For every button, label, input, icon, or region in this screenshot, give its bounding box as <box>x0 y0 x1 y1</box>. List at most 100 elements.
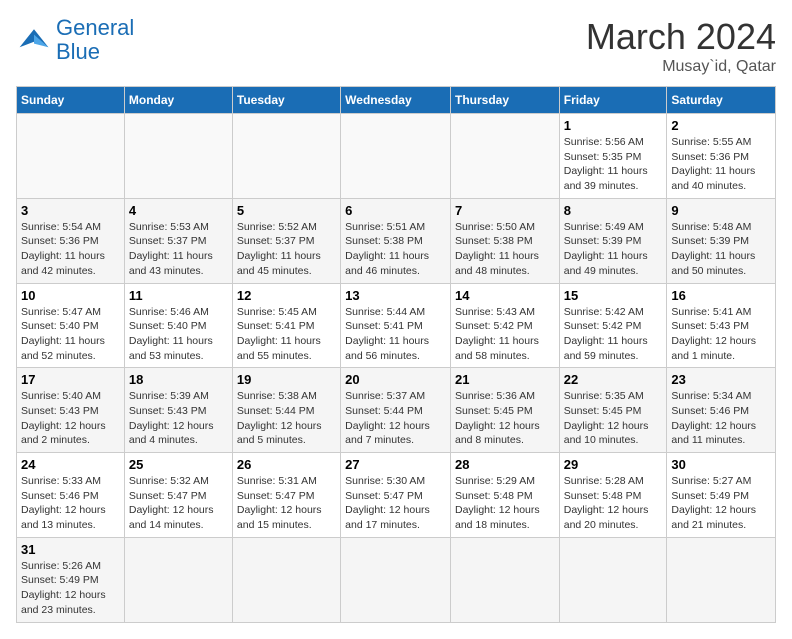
day-info: Sunrise: 5:44 AM Sunset: 5:41 PM Dayligh… <box>345 305 446 364</box>
day-number: 2 <box>671 118 771 133</box>
day-info: Sunrise: 5:35 AM Sunset: 5:45 PM Dayligh… <box>564 389 663 448</box>
weekday-header-friday: Friday <box>559 87 667 114</box>
day-number: 10 <box>21 288 120 303</box>
day-number: 19 <box>237 372 336 387</box>
day-number: 28 <box>455 457 555 472</box>
day-info: Sunrise: 5:28 AM Sunset: 5:48 PM Dayligh… <box>564 474 663 533</box>
day-number: 22 <box>564 372 663 387</box>
day-number: 21 <box>455 372 555 387</box>
calendar-cell <box>17 114 125 199</box>
calendar-cell: 13 Sunrise: 5:44 AM Sunset: 5:41 PM Dayli… <box>341 283 451 368</box>
page-header: GeneralBlue March 2024 Musay`id, Qatar <box>16 16 776 76</box>
day-info: Sunrise: 5:26 AM Sunset: 5:49 PM Dayligh… <box>21 559 120 618</box>
logo-icon <box>16 22 52 58</box>
day-info: Sunrise: 5:50 AM Sunset: 5:38 PM Dayligh… <box>455 220 555 279</box>
day-info: Sunrise: 5:49 AM Sunset: 5:39 PM Dayligh… <box>564 220 663 279</box>
day-info: Sunrise: 5:52 AM Sunset: 5:37 PM Dayligh… <box>237 220 336 279</box>
day-info: Sunrise: 5:34 AM Sunset: 5:46 PM Dayligh… <box>671 389 771 448</box>
calendar-cell: 4Sunrise: 5:53 AM Sunset: 5:37 PM Daylig… <box>124 198 232 283</box>
calendar-cell: 3Sunrise: 5:54 AM Sunset: 5:36 PM Daylig… <box>17 198 125 283</box>
day-number: 25 <box>129 457 228 472</box>
calendar-cell: 25 Sunrise: 5:32 AM Sunset: 5:47 PM Dayli… <box>124 453 232 538</box>
day-number: 13 <box>345 288 446 303</box>
calendar-cell: 27 Sunrise: 5:30 AM Sunset: 5:47 PM Dayli… <box>341 453 451 538</box>
day-number: 14 <box>455 288 555 303</box>
calendar-cell <box>667 537 776 622</box>
calendar-table: SundayMondayTuesdayWednesdayThursdayFrid… <box>16 86 776 623</box>
calendar-cell: 14Sunrise: 5:43 AM Sunset: 5:42 PM Dayli… <box>450 283 559 368</box>
logo-text: GeneralBlue <box>56 16 134 64</box>
day-number: 23 <box>671 372 771 387</box>
weekday-header-sunday: Sunday <box>17 87 125 114</box>
day-number: 18 <box>129 372 228 387</box>
calendar-cell: 15 Sunrise: 5:42 AM Sunset: 5:42 PM Dayli… <box>559 283 667 368</box>
day-info: Sunrise: 5:27 AM Sunset: 5:49 PM Dayligh… <box>671 474 771 533</box>
day-info: Sunrise: 5:47 AM Sunset: 5:40 PM Dayligh… <box>21 305 120 364</box>
weekday-header-thursday: Thursday <box>450 87 559 114</box>
calendar-week-row: 17 Sunrise: 5:40 AM Sunset: 5:43 PM Dayli… <box>17 368 776 453</box>
calendar-cell <box>232 537 340 622</box>
day-info: Sunrise: 5:39 AM Sunset: 5:43 PM Dayligh… <box>129 389 228 448</box>
calendar-week-row: 3Sunrise: 5:54 AM Sunset: 5:36 PM Daylig… <box>17 198 776 283</box>
calendar-cell: 19 Sunrise: 5:38 AM Sunset: 5:44 PM Dayli… <box>232 368 340 453</box>
calendar-cell: 26Sunrise: 5:31 AM Sunset: 5:47 PM Dayli… <box>232 453 340 538</box>
day-info: Sunrise: 5:51 AM Sunset: 5:38 PM Dayligh… <box>345 220 446 279</box>
day-number: 1 <box>564 118 663 133</box>
day-number: 15 <box>564 288 663 303</box>
day-info: Sunrise: 5:55 AM Sunset: 5:36 PM Dayligh… <box>671 135 771 194</box>
calendar-cell: 24 Sunrise: 5:33 AM Sunset: 5:46 PM Dayli… <box>17 453 125 538</box>
calendar-cell: 16 Sunrise: 5:41 AM Sunset: 5:43 PM Dayli… <box>667 283 776 368</box>
day-info: Sunrise: 5:29 AM Sunset: 5:48 PM Dayligh… <box>455 474 555 533</box>
calendar-week-row: 10 Sunrise: 5:47 AM Sunset: 5:40 PM Dayli… <box>17 283 776 368</box>
calendar-cell: 22 Sunrise: 5:35 AM Sunset: 5:45 PM Dayli… <box>559 368 667 453</box>
day-number: 17 <box>21 372 120 387</box>
calendar-cell <box>124 114 232 199</box>
day-number: 27 <box>345 457 446 472</box>
day-info: Sunrise: 5:32 AM Sunset: 5:47 PM Dayligh… <box>129 474 228 533</box>
day-number: 24 <box>21 457 120 472</box>
calendar-week-row: 24 Sunrise: 5:33 AM Sunset: 5:46 PM Dayli… <box>17 453 776 538</box>
calendar-cell: 21 Sunrise: 5:36 AM Sunset: 5:45 PM Dayli… <box>450 368 559 453</box>
day-info: Sunrise: 5:48 AM Sunset: 5:39 PM Dayligh… <box>671 220 771 279</box>
calendar-cell <box>232 114 340 199</box>
day-number: 6 <box>345 203 446 218</box>
day-number: 16 <box>671 288 771 303</box>
calendar-cell: 20 Sunrise: 5:37 AM Sunset: 5:44 PM Dayli… <box>341 368 451 453</box>
calendar-cell: 12Sunrise: 5:45 AM Sunset: 5:41 PM Dayli… <box>232 283 340 368</box>
calendar-cell: 1 Sunrise: 5:56 AM Sunset: 5:35 PM Daylig… <box>559 114 667 199</box>
calendar-title: March 2024 <box>586 16 776 58</box>
day-info: Sunrise: 5:41 AM Sunset: 5:43 PM Dayligh… <box>671 305 771 364</box>
day-info: Sunrise: 5:56 AM Sunset: 5:35 PM Dayligh… <box>564 135 663 194</box>
calendar-cell: 9Sunrise: 5:48 AM Sunset: 5:39 PM Daylig… <box>667 198 776 283</box>
day-number: 26 <box>237 457 336 472</box>
day-info: Sunrise: 5:36 AM Sunset: 5:45 PM Dayligh… <box>455 389 555 448</box>
calendar-cell: 2 Sunrise: 5:55 AM Sunset: 5:36 PM Daylig… <box>667 114 776 199</box>
calendar-cell: 28 Sunrise: 5:29 AM Sunset: 5:48 PM Dayli… <box>450 453 559 538</box>
day-number: 8 <box>564 203 663 218</box>
day-info: Sunrise: 5:33 AM Sunset: 5:46 PM Dayligh… <box>21 474 120 533</box>
weekday-header-saturday: Saturday <box>667 87 776 114</box>
calendar-cell: 11Sunrise: 5:46 AM Sunset: 5:40 PM Dayli… <box>124 283 232 368</box>
logo: GeneralBlue <box>16 16 134 64</box>
calendar-cell <box>559 537 667 622</box>
title-area: March 2024 Musay`id, Qatar <box>586 16 776 76</box>
calendar-cell <box>341 537 451 622</box>
calendar-cell <box>450 537 559 622</box>
calendar-cell: 31Sunrise: 5:26 AM Sunset: 5:49 PM Dayli… <box>17 537 125 622</box>
calendar-cell: 17 Sunrise: 5:40 AM Sunset: 5:43 PM Dayli… <box>17 368 125 453</box>
calendar-cell: 29Sunrise: 5:28 AM Sunset: 5:48 PM Dayli… <box>559 453 667 538</box>
day-info: Sunrise: 5:53 AM Sunset: 5:37 PM Dayligh… <box>129 220 228 279</box>
weekday-header-monday: Monday <box>124 87 232 114</box>
calendar-cell: 6 Sunrise: 5:51 AM Sunset: 5:38 PM Daylig… <box>341 198 451 283</box>
day-info: Sunrise: 5:45 AM Sunset: 5:41 PM Dayligh… <box>237 305 336 364</box>
day-info: Sunrise: 5:40 AM Sunset: 5:43 PM Dayligh… <box>21 389 120 448</box>
day-info: Sunrise: 5:42 AM Sunset: 5:42 PM Dayligh… <box>564 305 663 364</box>
day-info: Sunrise: 5:37 AM Sunset: 5:44 PM Dayligh… <box>345 389 446 448</box>
day-info: Sunrise: 5:38 AM Sunset: 5:44 PM Dayligh… <box>237 389 336 448</box>
day-number: 7 <box>455 203 555 218</box>
day-info: Sunrise: 5:30 AM Sunset: 5:47 PM Dayligh… <box>345 474 446 533</box>
calendar-cell: 30Sunrise: 5:27 AM Sunset: 5:49 PM Dayli… <box>667 453 776 538</box>
calendar-week-row: 1 Sunrise: 5:56 AM Sunset: 5:35 PM Daylig… <box>17 114 776 199</box>
calendar-cell: 8 Sunrise: 5:49 AM Sunset: 5:39 PM Daylig… <box>559 198 667 283</box>
day-number: 20 <box>345 372 446 387</box>
